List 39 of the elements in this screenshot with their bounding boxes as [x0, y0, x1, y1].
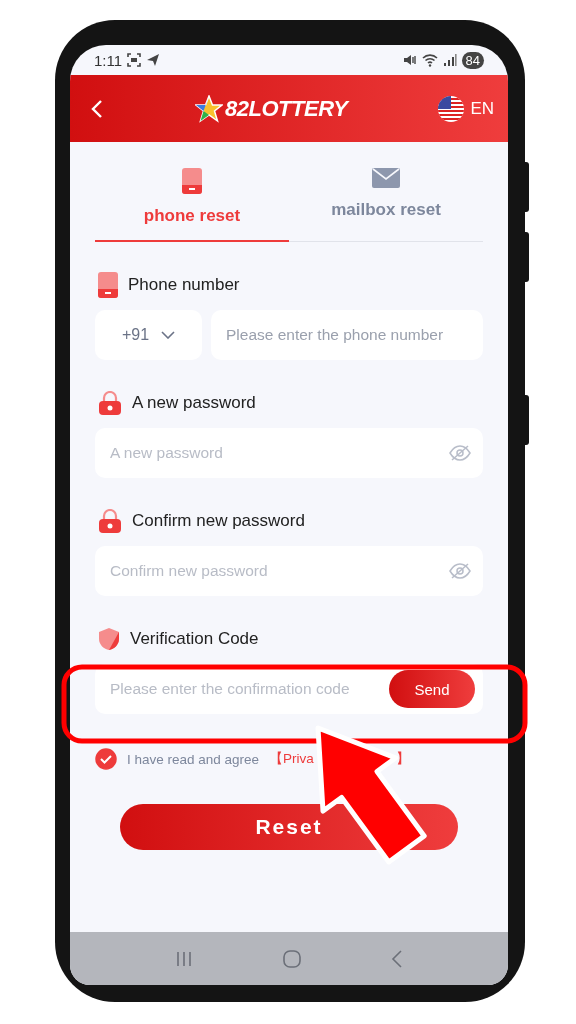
country-code-select[interactable]: +91: [95, 310, 202, 360]
recent-apps-icon[interactable]: [174, 950, 193, 967]
mute-icon: [402, 53, 417, 67]
status-time: 1:11: [94, 51, 123, 69]
shield-icon: [98, 627, 120, 651]
reset-tab[interactable]: mailbox reset: [289, 168, 483, 242]
field-label: Phone number: [128, 275, 240, 295]
lock-icon: [98, 391, 122, 415]
eye-hidden-icon[interactable]: [449, 563, 471, 579]
reset-tab[interactable]: phone reset: [95, 168, 289, 242]
send-button[interactable]: Send: [389, 670, 475, 708]
wifi-icon: [421, 53, 438, 67]
field-label: A new password: [132, 393, 256, 413]
lock-icon: [98, 509, 122, 533]
send-icon: [146, 53, 161, 67]
privacy-link[interactable]: 【Priva: [269, 750, 314, 768]
language-label[interactable]: EN: [470, 98, 494, 119]
password-input[interactable]: A new password: [95, 428, 483, 478]
agreement-text: I have read and agree: [127, 751, 260, 767]
battery-level: 84: [461, 51, 484, 69]
password-input[interactable]: Confirm new password: [95, 546, 483, 596]
chevron-down-icon: [161, 331, 176, 339]
phone-input[interactable]: Please enter the phone number: [211, 310, 483, 360]
back-icon[interactable]: [90, 98, 104, 119]
phone-icon: [182, 168, 202, 194]
flag-icon[interactable]: [438, 95, 465, 122]
checkbox[interactable]: [95, 748, 117, 770]
home-icon[interactable]: [282, 948, 302, 969]
signal-icon: [442, 53, 457, 67]
eye-hidden-icon[interactable]: [449, 445, 471, 461]
back-icon[interactable]: [391, 949, 404, 968]
logo-text: 82LOTTERY: [225, 95, 348, 122]
field-label: Verification Code: [130, 629, 259, 649]
envelope-icon: [372, 168, 400, 188]
screenshot-icon: [127, 53, 142, 67]
privacy-link[interactable]: 】: [395, 750, 410, 768]
field-label: Confirm new password: [132, 511, 305, 531]
star-logo-icon: [195, 94, 224, 123]
phone-icon: [98, 272, 118, 298]
